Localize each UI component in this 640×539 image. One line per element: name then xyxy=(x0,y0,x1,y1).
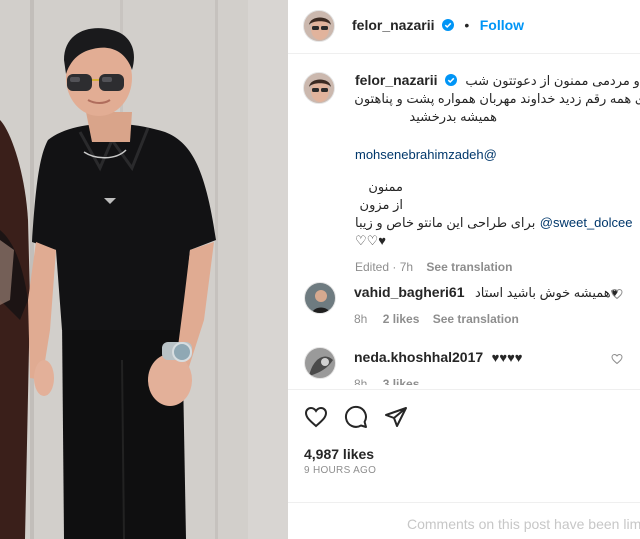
paper-plane-icon[interactable] xyxy=(384,405,408,429)
verified-badge-icon xyxy=(441,19,454,31)
caption-avatar[interactable] xyxy=(303,72,335,104)
caption-line: همیشه بدرخشید xyxy=(409,109,497,124)
caption-meta: Edited · 7h See translation xyxy=(355,260,640,274)
comment-username[interactable]: neda.khoshhal2017 xyxy=(354,349,483,365)
header-user-row: felor_nazarii • Follow xyxy=(352,17,524,35)
caption-line: ش صدا و مردمی ممنون از دعوتتون شب xyxy=(465,73,640,88)
commenter-avatar[interactable] xyxy=(304,282,336,314)
comment-2: neda.khoshhal2017 ♥♥♥♥ 8h 3 likes xyxy=(354,349,634,385)
caption-line: ی همه رقم زدید خداوند مهربان همواره پشت … xyxy=(355,91,640,106)
caption-emoji: ♡♡♥ xyxy=(355,233,387,248)
post-actions: 4,987 likes 9 HOURS AGO Comments on this… xyxy=(288,389,640,539)
comment-like-heart-icon[interactable] xyxy=(611,353,623,365)
caption-username[interactable]: felor_nazarii xyxy=(355,72,437,88)
meta-dot: · xyxy=(392,260,397,274)
avatar-image xyxy=(305,348,335,378)
see-translation-link[interactable]: See translation xyxy=(433,312,519,326)
comment-time[interactable]: 8h xyxy=(354,312,367,326)
comment-1: vahid_bagheri61 همیشه خوش باشید استاد♥ 8… xyxy=(354,284,634,326)
comment-likes[interactable]: 3 likes xyxy=(383,377,420,385)
commenter-avatar[interactable] xyxy=(304,347,336,379)
caption-time[interactable]: 7h xyxy=(400,260,413,274)
comment-time[interactable]: 8h xyxy=(354,377,367,385)
avatar-image xyxy=(305,283,335,313)
caption-designer-mention[interactable]: @sweet_dolcee xyxy=(540,215,633,230)
caption-block: felor_nazarii ش صدا و مردمی ممنون از دعو… xyxy=(355,72,640,274)
comment-meta: 8h 3 likes xyxy=(354,377,634,385)
see-translation-link[interactable]: See translation xyxy=(426,260,512,274)
avatar-image xyxy=(304,11,334,41)
edited-label: Edited xyxy=(355,260,390,274)
caption-thanks: ممنون از مزون xyxy=(359,179,403,212)
comments-limited-footer: Comments on this post have been limited. xyxy=(288,502,640,539)
post-image xyxy=(0,0,288,539)
likes-count[interactable]: 4,987 likes xyxy=(304,446,374,462)
caption-designer-text: برای طراحی این مانتو خاص و زیبا xyxy=(355,215,536,230)
avatar-image xyxy=(304,73,334,103)
comments-section[interactable]: felor_nazarii ش صدا و مردمی ممنون از دعو… xyxy=(288,54,640,385)
post-header: felor_nazarii • Follow xyxy=(288,0,640,54)
post-time-ago[interactable]: 9 HOURS AGO xyxy=(304,465,376,476)
comment-likes[interactable]: 2 likes xyxy=(383,312,420,326)
comment-text: ♥♥♥♥ xyxy=(491,350,523,365)
author-avatar[interactable] xyxy=(303,10,335,42)
comments-limited-text: Comments on this post have been limited. xyxy=(407,516,640,532)
verified-badge-icon xyxy=(444,74,457,86)
heart-icon[interactable] xyxy=(304,405,328,429)
follow-button[interactable]: Follow xyxy=(480,17,524,33)
separator-dot: • xyxy=(464,17,470,33)
caption-mention[interactable]: mohsenebrahimzadeh@ xyxy=(355,147,497,162)
comment-meta: 8h 2 likes See translation xyxy=(354,312,634,326)
post-side-panel: felor_nazarii • Follow felor_nazarii و م… xyxy=(288,0,640,539)
post-photo[interactable] xyxy=(0,0,288,539)
comment-username[interactable]: vahid_bagheri61 xyxy=(354,284,465,300)
comment-text: همیشه خوش باشید استاد♥ xyxy=(474,285,619,300)
comment-like-heart-icon[interactable] xyxy=(611,288,623,300)
author-username[interactable]: felor_nazarii xyxy=(352,17,434,33)
comment-bubble-icon[interactable] xyxy=(344,405,368,429)
